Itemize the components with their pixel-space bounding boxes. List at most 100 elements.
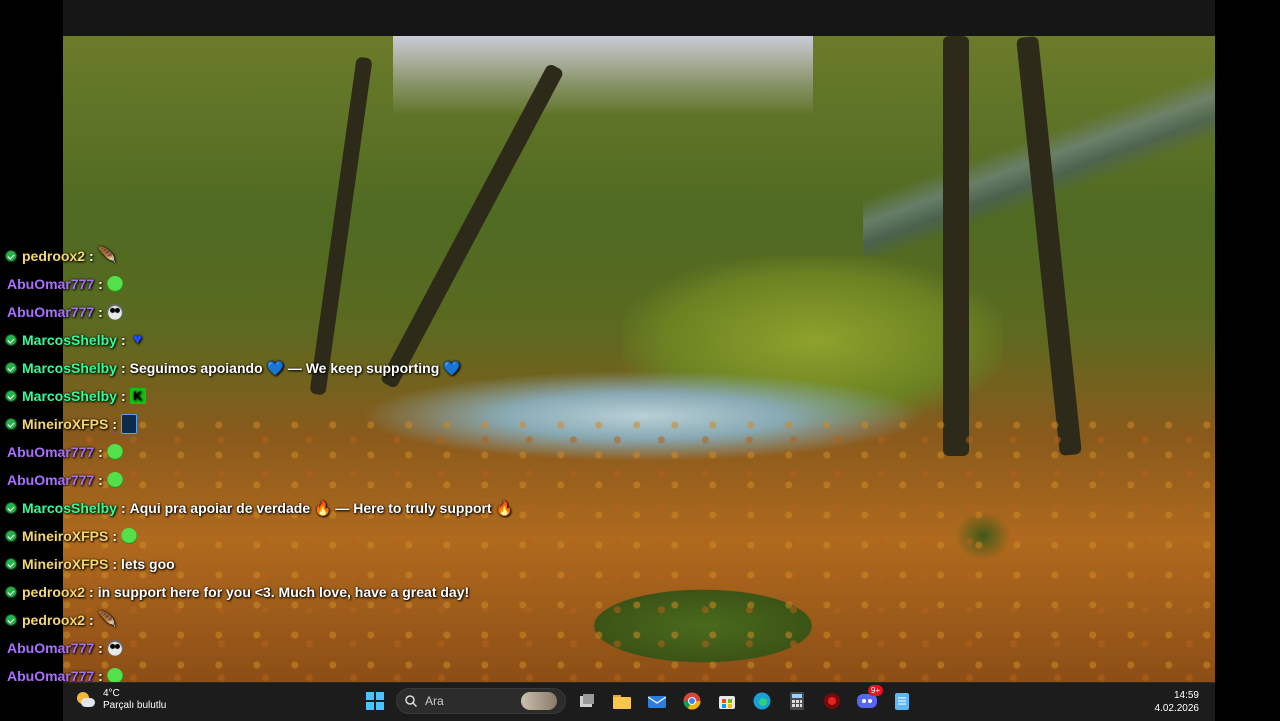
edge-icon [753,692,771,710]
discord-button[interactable]: 9+ [853,685,883,715]
chat-username[interactable]: MineiroXFPS [22,550,108,578]
tree-trunk [943,36,969,456]
chat-separator: : [112,556,118,572]
chat-message: pedroox2: in support here for you <3. Muc… [0,578,640,606]
verified-badge-icon [6,251,16,261]
chat-username[interactable]: MineiroXFPS [22,410,108,438]
clock-date: 4.02.2026 [1154,703,1200,714]
mail-icon [648,696,666,708]
chat-username[interactable]: MarcosShelby [22,326,117,354]
chat-message: AbuOmar777: [0,634,640,662]
chat-message: pedroox2: 🪶 [0,242,640,270]
chat-username[interactable]: MineiroXFPS [22,522,108,550]
chat-separator: : [120,500,126,516]
folder-icon [613,695,631,709]
panda-icon [106,640,123,656]
mail-button[interactable] [643,687,671,715]
verified-badge-icon [6,587,16,597]
chat-message: AbuOmar777: [0,298,640,326]
k-icon: K [129,388,146,404]
chat-separator: : [112,416,118,432]
sky [393,36,813,116]
verified-badge-icon [6,559,16,569]
partly-cloudy-icon [77,691,95,709]
chat-separator: : [98,444,103,460]
chrome-button[interactable] [678,687,706,715]
chat-overlay: pedroox2: 🪶 AbuOmar777: AbuOmar777: MarcosSh… [0,242,640,690]
verified-badge-icon [6,419,16,429]
chat-username[interactable]: AbuOmar777 [7,438,94,466]
verified-badge-icon [6,391,16,401]
chat-username[interactable]: MarcosShelby [22,494,117,522]
discord-notification-badge: 9+ [867,685,883,696]
chat-message: MineiroXFPS: [0,410,640,438]
chat-text: Aqui pra apoiar de verdade 🔥 — Here to t… [129,500,513,516]
store-icon [719,696,735,709]
chat-message: MarcosShelby: ♥ [0,326,640,354]
taskbar: 4°C Parçalı bulutlu Ara 9+ 14:59 4.02.20… [63,682,1215,721]
green-face-icon [121,528,138,544]
chat-username[interactable]: AbuOmar777 [7,270,94,298]
feather-icon: 🪶 [97,611,117,628]
clock-time: 14:59 [1173,690,1199,701]
chat-username[interactable]: MarcosShelby [22,354,117,382]
chat-separator: : [98,640,103,656]
weather-temp: 4°C [103,688,120,699]
calculator-icon [790,692,804,710]
green-face-icon [106,472,123,488]
verified-badge-icon [6,531,16,541]
panda-icon [106,304,123,320]
chat-username[interactable]: AbuOmar777 [7,298,94,326]
chat-separator: : [98,276,103,292]
chat-username[interactable]: MarcosShelby [22,382,117,410]
search-icon [405,695,417,707]
calculator-button[interactable] [783,687,811,715]
verified-badge-icon [6,503,16,513]
chat-separator: : [120,332,126,348]
chat-message: AbuOmar777: [0,270,640,298]
edge-button[interactable] [748,687,776,715]
chat-separator: : [98,304,103,320]
task-view-button[interactable] [573,687,601,715]
chat-message: MineiroXFPS: [0,522,640,550]
weather-widget[interactable]: 4°C Parçalı bulutlu [77,688,166,712]
system-clock[interactable]: 14:59 4.02.2026 [1155,689,1200,715]
red-app-button[interactable] [818,687,846,715]
card-icon [121,414,138,434]
taskbar-search[interactable]: Ara [396,688,566,714]
task-view-icon [580,694,594,707]
chat-text: lets goo [121,556,175,572]
start-button[interactable] [361,687,389,715]
red-app-icon [824,693,840,709]
chat-separator: : [98,472,103,488]
chat-username[interactable]: pedroox2 [22,606,85,634]
chat-message: MineiroXFPS: lets goo [0,550,640,578]
file-explorer-button[interactable] [608,687,636,715]
chat-message: AbuOmar777: [0,466,640,494]
chat-message: pedroox2: 🪶 [0,606,640,634]
weather-condition: Parçalı bulutlu [103,700,167,711]
green-face-icon [106,276,123,292]
chat-separator: : [89,612,94,628]
windows-icon [366,692,384,710]
chat-username[interactable]: pedroox2 [22,242,85,270]
chat-username[interactable]: AbuOmar777 [7,466,94,494]
chat-username[interactable]: pedroox2 [22,578,85,606]
notepad-button[interactable] [888,687,916,715]
search-placeholder: Ara [425,694,444,708]
chat-separator: : [89,584,94,600]
store-button[interactable] [713,687,741,715]
search-highlight-image [521,692,557,710]
chat-separator: : [112,528,118,544]
chat-message: AbuOmar777: [0,438,640,466]
green-face-icon [106,444,123,460]
chat-text: in support here for you <3. Much love, h… [97,584,470,600]
chat-separator: : [89,248,94,264]
feather-icon: 🪶 [97,247,117,264]
chat-username[interactable]: AbuOmar777 [7,634,94,662]
chat-separator: : [120,360,126,376]
chat-text: Seguimos apoiando 💙 — We keep supporting… [129,360,461,376]
verified-badge-icon [6,363,16,373]
verified-badge-icon [6,615,16,625]
chat-message: MarcosShelby: K [0,382,640,410]
